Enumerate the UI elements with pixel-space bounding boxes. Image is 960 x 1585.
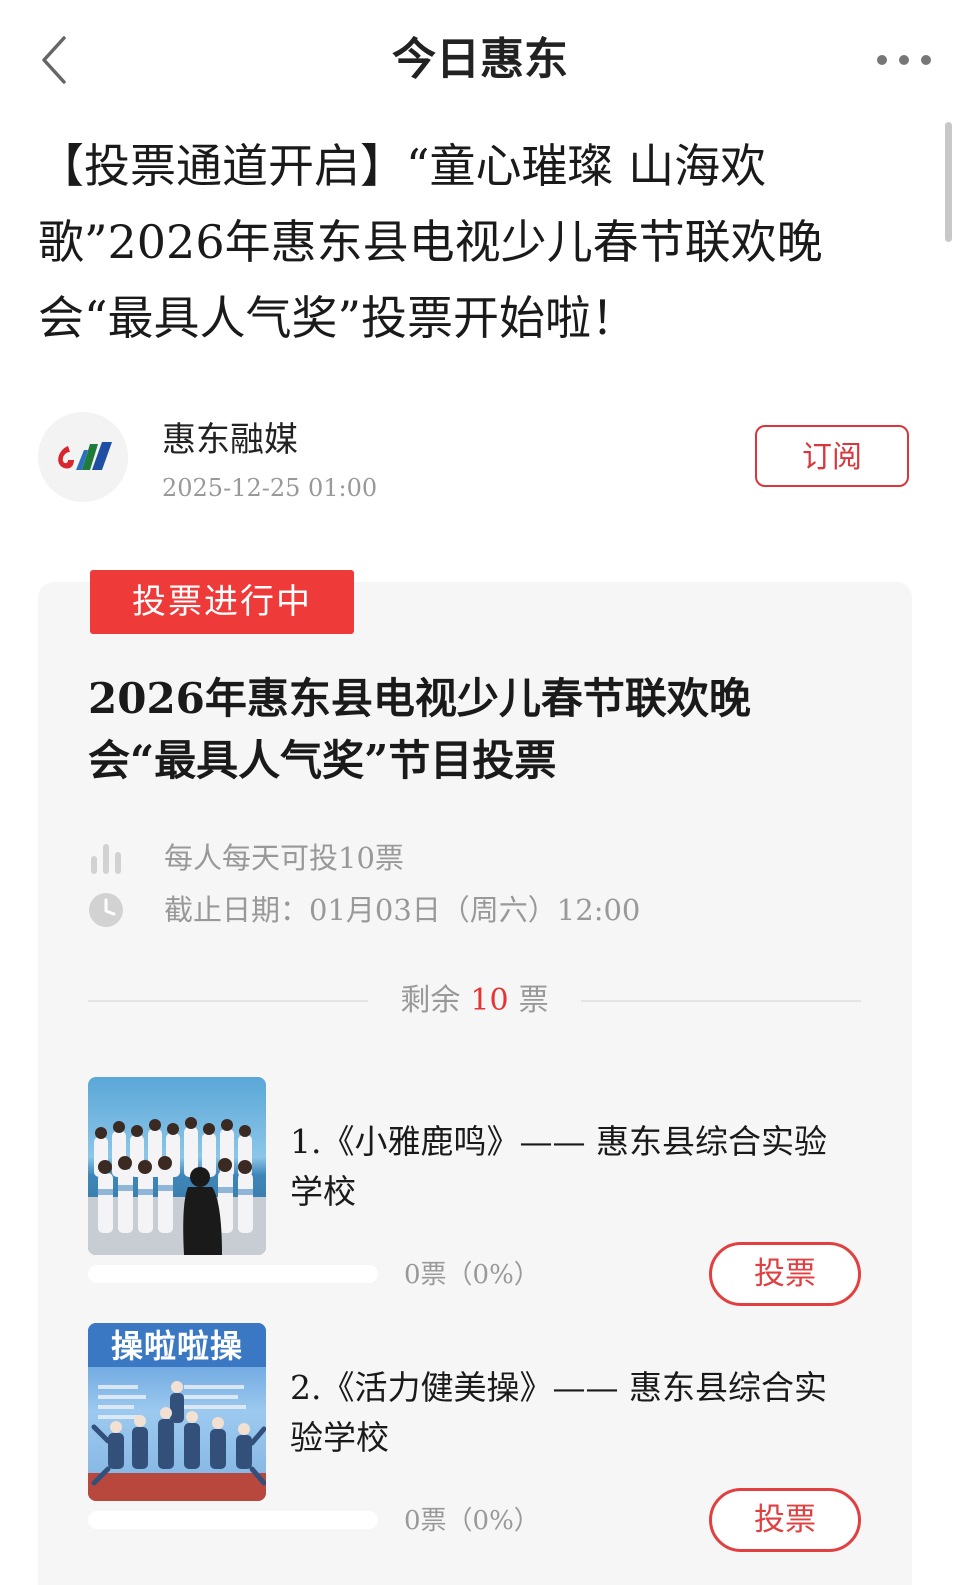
remaining-votes: 剩余 10 票 — [88, 975, 861, 1027]
author-name[interactable]: 惠东融媒 — [162, 412, 298, 461]
media-logo-icon — [38, 412, 128, 502]
candidate-title: 2.《活力健美操》—— 惠东县综合实验学校 — [290, 1368, 827, 1457]
vote-status-badge: 投票进行中 — [90, 570, 354, 634]
vote-rule-row: 每人每天可投10票 — [88, 836, 788, 880]
choir-performance-image — [88, 1077, 266, 1255]
clock-icon — [89, 893, 123, 927]
candidate-thumbnail[interactable]: 操啦啦操 — [88, 1323, 266, 1501]
more-button[interactable] — [870, 40, 940, 80]
deadline-row: 截止日期：01月03日（周六）12:00 — [88, 888, 788, 932]
top-bar: 今日惠东 — [0, 0, 960, 120]
scrollbar[interactable] — [945, 122, 952, 242]
author-logo[interactable] — [38, 412, 128, 502]
subscribe-button[interactable]: 订阅 — [755, 425, 909, 487]
vote-title: 2026年惠东县电视少儿春节联欢晚会“最具人气奖”节目投票 — [88, 674, 751, 785]
remaining-prefix: 剩余 — [400, 983, 461, 1018]
deadline-text: 截止日期：01月03日（周六）12:00 — [164, 893, 641, 927]
vote-count: 0票（0%） — [404, 1260, 540, 1290]
candidate-item[interactable]: 1.《小雅鹿鸣》—— 惠东县综合实验学校 0票（0%） 投票 — [88, 1077, 863, 1317]
candidate-title: 1.《小雅鹿鸣》—— 惠东县综合实验学校 — [290, 1122, 827, 1211]
more-dots-icon — [877, 55, 931, 65]
candidate-item[interactable]: 操啦啦操 2.《活力健美操》—— 惠东县综合实验学校 0票（0%） 投票 — [88, 1323, 863, 1563]
publish-date: 2025-12-25 01:00 — [162, 474, 378, 502]
remaining-count: 10 — [470, 983, 509, 1018]
candidate-thumbnail[interactable] — [88, 1077, 266, 1255]
vote-progress-bar — [88, 1265, 378, 1283]
article-title: 【投票通道开启】“童心璀璨 山海欢歌”2026年惠东县电视少儿春节联欢晚会“最具… — [38, 139, 823, 345]
thumbnail-banner-text: 操啦啦操 — [110, 1327, 243, 1365]
bar-chart-icon — [91, 844, 121, 874]
vote-button[interactable]: 投票 — [709, 1242, 861, 1306]
app-title: 今日惠东 — [392, 34, 568, 85]
vote-rule-text: 每人每天可投10票 — [164, 841, 404, 875]
vote-progress-bar — [88, 1511, 378, 1529]
vote-button[interactable]: 投票 — [709, 1488, 861, 1552]
vote-count: 0票（0%） — [404, 1506, 540, 1536]
remaining-suffix: 票 — [518, 983, 549, 1018]
